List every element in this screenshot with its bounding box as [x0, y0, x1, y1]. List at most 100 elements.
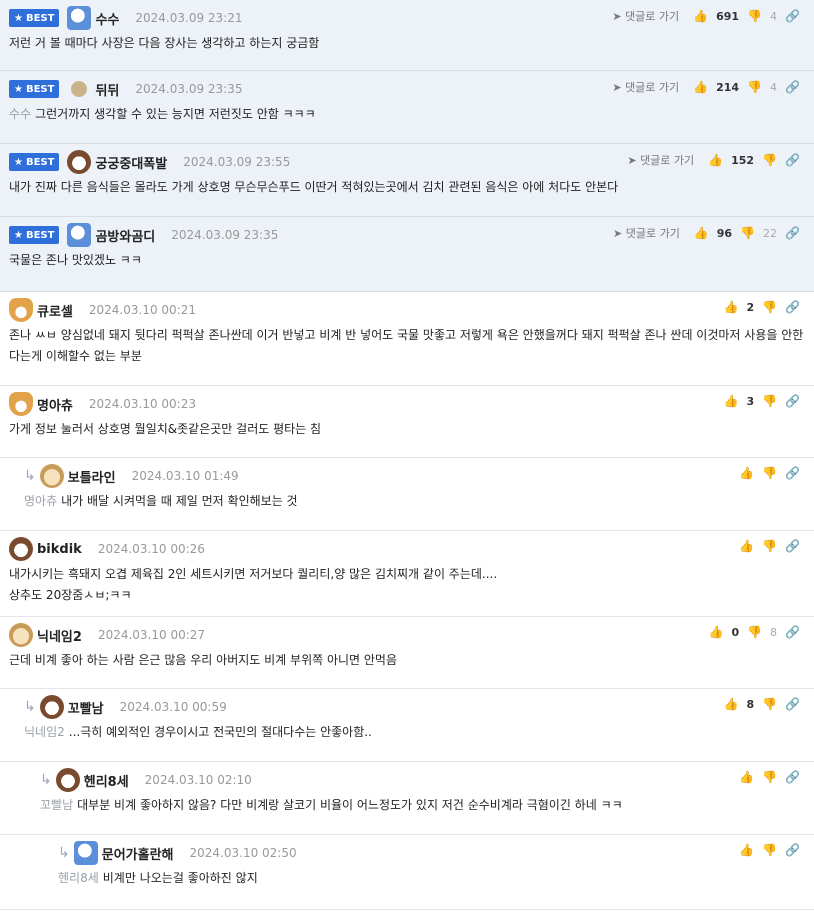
- comment-text: 꼬빨남 대부분 비계 좋아하지 않음? 다만 비계랑 살코기 비율이 어느정도가 …: [40, 798, 623, 812]
- comment-actions: 👍 0 👎 8 🔗: [708, 625, 800, 639]
- comment-actions: 👍 👎 🔗: [739, 539, 800, 553]
- link-icon[interactable]: 🔗: [785, 394, 800, 408]
- thumbs-up-icon[interactable]: 👍: [739, 466, 754, 480]
- comment-actions: 👍 👎 🔗: [739, 466, 800, 480]
- avatar[interactable]: [73, 841, 98, 865]
- comment-date: 2024.03.10 00:59: [119, 700, 227, 714]
- nickname[interactable]: 헨리8세: [84, 771, 129, 790]
- thumbs-up-icon[interactable]: 👍: [739, 770, 754, 784]
- link-icon[interactable]: 🔗: [785, 9, 800, 23]
- avatar[interactable]: [55, 768, 80, 792]
- thumbs-down-icon[interactable]: 👎: [762, 466, 777, 480]
- link-icon[interactable]: 🔗: [785, 300, 800, 314]
- reply-comment: ↳ 헨리8세 2024.03.10 02:10 👍 👎 🔗 꼬빨남 대부분 비계 …: [0, 762, 814, 835]
- thumbs-up-icon[interactable]: 👍: [708, 153, 723, 167]
- nickname[interactable]: 뒤뒤: [95, 80, 119, 99]
- comment-actions: ➤ 댓글로 가기 👍 691 👎 4 🔗: [612, 8, 800, 24]
- thumbs-down-icon[interactable]: 👎: [762, 394, 777, 408]
- upvote-count: 96: [716, 226, 733, 240]
- comment-date: 2024.03.10 02:50: [189, 846, 297, 860]
- link-icon[interactable]: 🔗: [785, 843, 800, 857]
- reply-arrow-icon: ↳: [58, 845, 70, 861]
- nickname[interactable]: 큐로셀: [37, 301, 73, 320]
- upvote-count: 0: [731, 625, 740, 639]
- avatar[interactable]: [67, 150, 92, 174]
- comment: 닉네임2 2024.03.10 00:27 👍 0 👎 8 🔗 근데 비계 좋아 하…: [0, 617, 814, 689]
- reply-link[interactable]: ➤ 댓글로 가기: [627, 152, 694, 168]
- avatar[interactable]: [9, 298, 33, 322]
- downvote-count: 4: [770, 9, 778, 23]
- nickname[interactable]: 닉네임2: [37, 626, 82, 645]
- thumbs-up-icon[interactable]: 👍: [723, 300, 738, 314]
- comment: 명아츄 2024.03.10 00:23 👍 3 👎 🔗 가게 정보 눌러서 상호…: [0, 386, 814, 458]
- avatar[interactable]: [67, 223, 92, 247]
- nickname[interactable]: 문어가홀란해: [102, 844, 174, 863]
- nickname[interactable]: 명아츄: [37, 395, 73, 414]
- thumbs-up-icon[interactable]: 👍: [693, 9, 708, 23]
- thumbs-down-icon[interactable]: 👎: [762, 300, 777, 314]
- nickname[interactable]: bikdik: [37, 542, 82, 557]
- link-icon[interactable]: 🔗: [785, 697, 800, 711]
- nickname[interactable]: 곰방와곰디: [95, 226, 155, 245]
- comment-actions: ➤ 댓글로 가기 👍 152 👎 🔗: [627, 152, 800, 168]
- thumbs-up-icon[interactable]: 👍: [723, 394, 738, 408]
- comment-text: 저런 거 볼 때마다 사장은 다음 장사는 생각하고 하는지 궁금함: [9, 36, 320, 50]
- comment-text: 내가 진짜 다른 음식들은 몰라도 가게 상호명 무슨무슨푸드 이딴거 적혀있는…: [9, 180, 619, 194]
- thumbs-down-icon[interactable]: 👎: [747, 9, 762, 23]
- thumbs-down-icon[interactable]: 👎: [762, 843, 777, 857]
- mention[interactable]: 수수: [9, 107, 31, 121]
- star-icon: ★: [14, 83, 23, 95]
- thumbs-up-icon[interactable]: 👍: [693, 80, 708, 94]
- thumbs-down-icon[interactable]: 👎: [762, 539, 777, 553]
- send-icon: ➤: [613, 227, 623, 240]
- thumbs-up-icon[interactable]: 👍: [708, 625, 723, 639]
- comment: bikdik 2024.03.10 00:26 👍 👎 🔗 내가시키는 흑돼지 …: [0, 531, 814, 617]
- thumbs-up-icon[interactable]: 👍: [694, 226, 709, 240]
- link-icon[interactable]: 🔗: [785, 226, 800, 240]
- comment-date: 2024.03.09 23:35: [135, 82, 243, 96]
- avatar[interactable]: [9, 623, 33, 647]
- comment-date: 2024.03.10 00:26: [97, 542, 205, 556]
- link-icon[interactable]: 🔗: [785, 153, 800, 167]
- nickname[interactable]: 꼬빨남: [68, 698, 104, 717]
- link-icon[interactable]: 🔗: [785, 539, 800, 553]
- avatar[interactable]: [9, 392, 33, 416]
- thumbs-down-icon[interactable]: 👎: [762, 153, 777, 167]
- avatar[interactable]: [67, 6, 92, 30]
- best-badge: ★ BEST: [9, 226, 60, 244]
- reply-link[interactable]: ➤ 댓글로 가기: [612, 79, 679, 95]
- mention[interactable]: 닉네임2: [24, 725, 65, 739]
- mention[interactable]: 꼬빨남: [40, 798, 73, 812]
- link-icon[interactable]: 🔗: [785, 625, 800, 639]
- comment-date: 2024.03.09 23:35: [171, 228, 279, 242]
- link-icon[interactable]: 🔗: [785, 770, 800, 784]
- comment: 큐로셀 2024.03.10 00:21 👍 2 👎 🔗 존나 ㅆㅂ 양심없네 돼…: [0, 292, 814, 386]
- nickname[interactable]: 보틀라인: [68, 467, 116, 486]
- thumbs-down-icon[interactable]: 👎: [762, 770, 777, 784]
- avatar[interactable]: [9, 537, 33, 561]
- avatar[interactable]: [71, 81, 88, 97]
- reply-link[interactable]: ➤ 댓글로 가기: [613, 225, 680, 241]
- mention[interactable]: 헨리8세: [58, 871, 99, 885]
- thumbs-up-icon[interactable]: 👍: [739, 539, 754, 553]
- avatar[interactable]: [39, 464, 64, 488]
- mention[interactable]: 명아츄: [24, 494, 57, 508]
- send-icon: ➤: [627, 154, 637, 167]
- star-icon: ★: [14, 12, 23, 24]
- link-icon[interactable]: 🔗: [785, 80, 800, 94]
- thumbs-up-icon[interactable]: 👍: [739, 843, 754, 857]
- thumbs-down-icon[interactable]: 👎: [747, 625, 762, 639]
- thumbs-down-icon[interactable]: 👎: [747, 80, 762, 94]
- avatar[interactable]: [39, 695, 64, 719]
- thumbs-up-icon[interactable]: 👍: [723, 697, 738, 711]
- best-badge: ★ BEST: [9, 9, 60, 27]
- send-icon: ➤: [612, 10, 622, 23]
- nickname[interactable]: 수수: [95, 9, 119, 28]
- reply-link[interactable]: ➤ 댓글로 가기: [612, 8, 679, 24]
- thumbs-down-icon[interactable]: 👎: [762, 697, 777, 711]
- link-icon[interactable]: 🔗: [785, 466, 800, 480]
- nickname[interactable]: 궁궁중대폭발: [95, 153, 167, 172]
- reply-arrow-icon: ↳: [40, 772, 52, 788]
- thumbs-down-icon[interactable]: 👎: [740, 226, 755, 240]
- comment-text: 내가시키는 흑돼지 오겹 제육집 2인 세트시키면 저거보다 퀄리티,양 많은 …: [9, 567, 498, 602]
